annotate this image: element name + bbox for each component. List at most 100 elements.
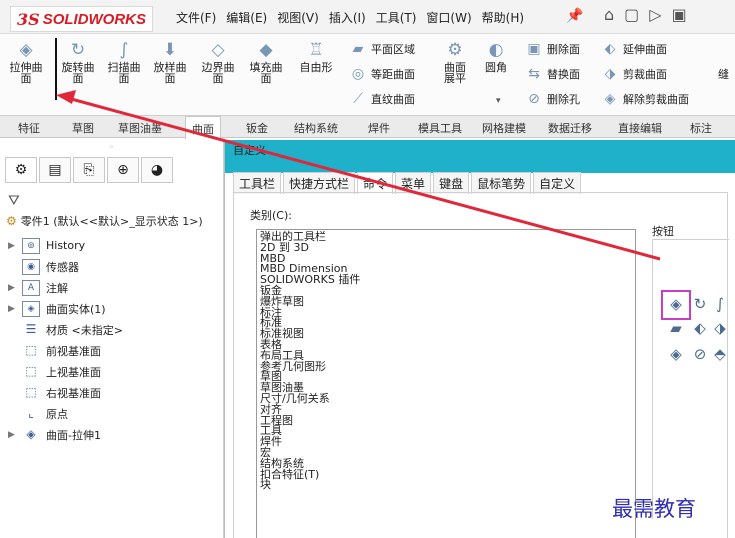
feature-manager-tab-icon[interactable]: ⚙ xyxy=(5,157,37,183)
delete-hole-button[interactable]: ⊘ 删除孔 xyxy=(526,91,580,107)
expand-arrow-icon[interactable]: ▶ xyxy=(8,241,22,251)
expand-arrow-icon[interactable]: ▶ xyxy=(8,283,22,293)
filled-surface-icon[interactable]: ⬘ xyxy=(710,345,730,363)
list-item[interactable]: 标准 xyxy=(260,317,632,329)
fillet-button[interactable]: ◐ 圆角 xyxy=(484,40,508,73)
list-item[interactable]: SOLIDWORKS 插件 xyxy=(260,274,632,286)
revolved-surface-button[interactable]: ↻ 旋转曲面 xyxy=(58,40,98,84)
menu-help[interactable]: 帮助(H) xyxy=(482,9,524,26)
category-list[interactable]: 弹出的工具栏 2D 到 3D MBD MBD Dimension SOLIDWO… xyxy=(256,229,636,538)
extruded-surface-icon[interactable]: ◈ xyxy=(666,295,686,313)
untrim-surface-icon[interactable]: ◈ xyxy=(666,345,686,363)
save-icon[interactable]: ▣ xyxy=(672,5,687,24)
offset-surface-button[interactable]: ◎ 等距曲面 xyxy=(350,66,415,82)
new-document-icon[interactable]: ▢ xyxy=(624,5,639,24)
list-item[interactable]: 焊件 xyxy=(260,436,632,448)
menu-insert[interactable]: 插入(I) xyxy=(329,9,366,26)
trim-surface-icon[interactable]: ⬗ xyxy=(710,319,730,337)
dimxpert-tab-icon[interactable]: ⊕ xyxy=(107,157,139,183)
list-item[interactable]: 块 xyxy=(260,479,632,491)
knit-surface-label[interactable]: 缝 xyxy=(718,66,729,82)
property-manager-tab-icon[interactable]: ▤ xyxy=(39,157,71,183)
tab-toolbars[interactable]: 工具栏 xyxy=(233,172,282,194)
tab-mouse-gestures[interactable]: 鼠标笔势 xyxy=(471,172,532,194)
tree-node-history[interactable]: ▶ ⊚ History xyxy=(8,235,123,256)
tree-node-origin[interactable]: ⌞ 原点 xyxy=(8,403,123,424)
menu-file[interactable]: 文件(F) xyxy=(176,9,216,26)
swept-surface-icon[interactable]: ∫ xyxy=(710,295,730,313)
tree-node-sensors[interactable]: ◉ 传感器 xyxy=(8,256,123,277)
list-item[interactable]: 弹出的工具栏 xyxy=(260,231,632,243)
lofted-surface-button[interactable]: ⬇ 放样曲面 xyxy=(150,40,190,84)
boundary-surface-button[interactable]: ◇ 边界曲面 xyxy=(198,40,238,84)
open-icon[interactable]: ▷ xyxy=(649,5,661,24)
tree-node-surface-bodies[interactable]: ▶ ◈ 曲面实体(1) xyxy=(8,298,123,319)
list-item[interactable]: 表格 xyxy=(260,339,632,351)
tab-annotations[interactable]: 标注 xyxy=(690,120,712,136)
menu-tools[interactable]: 工具(T) xyxy=(376,9,417,26)
list-item[interactable]: 标准视图 xyxy=(260,328,632,340)
extruded-surface-button[interactable]: ◈ 拉伸曲面 xyxy=(6,40,46,84)
tab-commands[interactable]: 命令 xyxy=(357,172,394,194)
surface-flatten-button[interactable]: ⚙ 曲面展平 xyxy=(440,40,470,84)
list-item[interactable]: 钣金 xyxy=(260,285,632,297)
tab-shortcut-bars[interactable]: 快捷方式栏 xyxy=(283,172,356,194)
list-item[interactable]: 扣合特征(T) xyxy=(260,469,632,481)
swept-surface-button[interactable]: ∫ 扫描曲面 xyxy=(104,40,144,84)
replace-face-button[interactable]: ⇆ 替换面 xyxy=(526,66,580,82)
revolved-surface-icon[interactable]: ↻ xyxy=(690,295,710,313)
extend-surface-button[interactable]: ⬖ 延伸曲面 xyxy=(602,41,667,57)
tab-direct-editing[interactable]: 直接编辑 xyxy=(618,120,662,136)
tree-node-surface-extrude1[interactable]: ▶ ◈ 曲面-拉伸1 xyxy=(8,424,123,445)
list-item[interactable]: 2D 到 3D xyxy=(260,242,632,254)
tree-node-front-plane[interactable]: ⬚ 前视基准面 xyxy=(8,340,123,361)
part-root-node[interactable]: ⚙ 零件1 (默认<<默认>_显示状态 1>) xyxy=(6,213,203,229)
list-item[interactable]: 参考几何图形 xyxy=(260,361,632,373)
tab-customization[interactable]: 自定义 xyxy=(533,172,582,194)
chevron-down-icon[interactable]: ▾ xyxy=(496,96,501,106)
list-item[interactable]: 工具 xyxy=(260,425,632,437)
tab-sketch[interactable]: 草图 xyxy=(72,120,94,136)
expand-arrow-icon[interactable]: ▶ xyxy=(8,304,22,314)
trim-surface-button[interactable]: ⬗ 剪裁曲面 xyxy=(602,66,667,82)
tab-features[interactable]: 特征 xyxy=(18,120,40,136)
delete-hole-icon[interactable]: ⊘ xyxy=(690,345,710,363)
menu-window[interactable]: 窗口(W) xyxy=(426,9,471,26)
list-item[interactable]: 工程图 xyxy=(260,415,632,427)
menu-view[interactable]: 视图(V) xyxy=(277,9,319,26)
freeform-button[interactable]: ♖ 自由形 xyxy=(296,40,336,73)
delete-face-button[interactable]: ▣ 删除面 xyxy=(526,41,580,57)
configuration-manager-tab-icon[interactable]: ⎘ xyxy=(73,157,105,183)
tree-node-right-plane[interactable]: ⬚ 右视基准面 xyxy=(8,382,123,403)
filled-surface-button[interactable]: ◆ 填充曲面 xyxy=(246,40,286,84)
planar-surface-icon[interactable]: ▰ xyxy=(666,319,686,337)
list-item[interactable]: 爆炸草图 xyxy=(260,296,632,308)
list-item[interactable]: 对齐 xyxy=(260,404,632,416)
display-manager-tab-icon[interactable]: ◕ xyxy=(141,157,173,183)
tab-structure-system[interactable]: 结构系统 xyxy=(294,120,338,136)
planar-surface-button[interactable]: ▰ 平面区域 xyxy=(350,41,415,57)
ruled-surface-button[interactable]: ⟋ 直纹曲面 xyxy=(350,91,415,107)
tree-node-top-plane[interactable]: ⬚ 上视基准面 xyxy=(8,361,123,382)
pin-icon[interactable]: 📌 xyxy=(566,8,583,24)
panel-grip[interactable]: ◦ xyxy=(0,139,223,157)
tab-weldments[interactable]: 焊件 xyxy=(368,120,390,136)
tree-node-material[interactable]: ☰ 材质 <未指定> xyxy=(8,319,123,340)
tree-node-annotations[interactable]: ▶ A 注解 xyxy=(8,277,123,298)
tab-sheet-metal[interactable]: 钣金 xyxy=(246,120,268,136)
expand-arrow-icon[interactable]: ▶ xyxy=(8,430,22,440)
home-icon[interactable]: ⌂ xyxy=(604,5,614,24)
solidworks-logo[interactable]: 3S SOLIDWORKS xyxy=(10,6,154,32)
replace-face-icon[interactable]: ⬖ xyxy=(690,319,710,337)
list-item[interactable]: 标注 xyxy=(260,307,632,319)
filter-icon[interactable]: ⛛ xyxy=(8,193,20,209)
tab-data-migration[interactable]: 数据迁移 xyxy=(548,120,592,136)
menu-edit[interactable]: 编辑(E) xyxy=(226,9,267,26)
tab-mesh-modeling[interactable]: 网格建模 xyxy=(482,120,526,136)
untrim-surface-button[interactable]: ◈ 解除剪裁曲面 xyxy=(602,91,689,107)
tab-menus[interactable]: 菜单 xyxy=(395,172,432,194)
tab-mold-tools[interactable]: 模具工具 xyxy=(418,120,462,136)
tab-sketch-ink[interactable]: 草图油墨 xyxy=(118,120,162,136)
tab-surfaces[interactable]: 曲面 xyxy=(185,116,221,140)
list-item[interactable]: 尺寸/几何关系 xyxy=(260,393,632,405)
